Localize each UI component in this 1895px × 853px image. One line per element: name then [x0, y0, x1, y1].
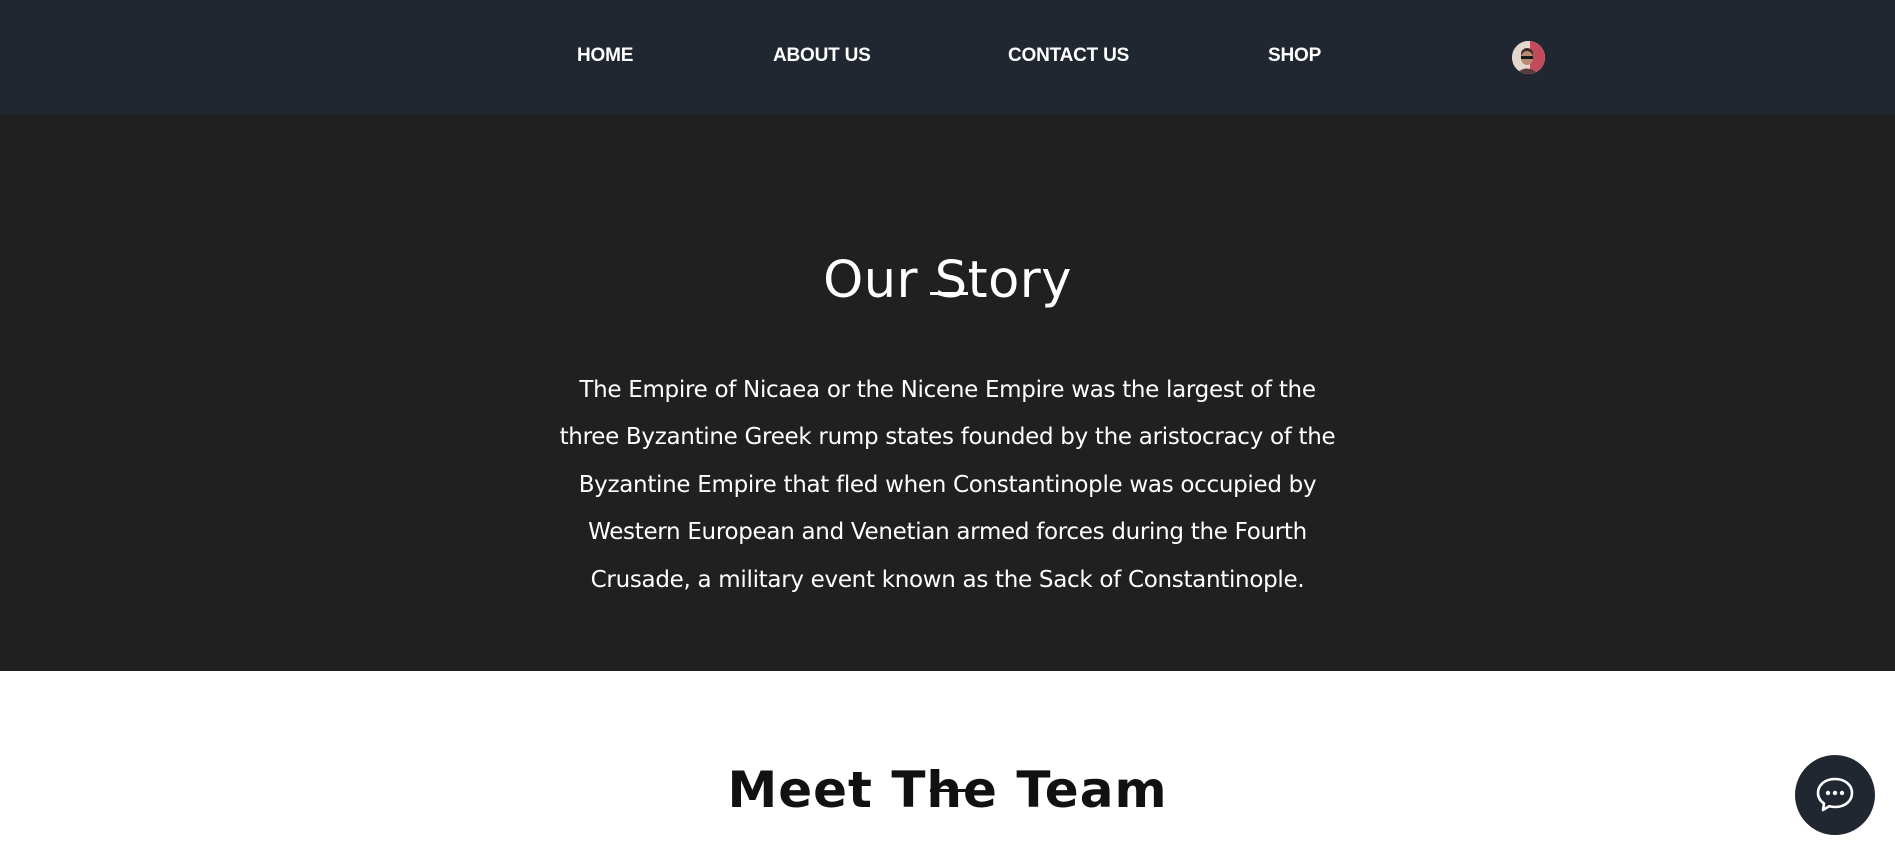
chat-bubble-icon — [1816, 777, 1854, 812]
top-navbar: HOME ABOUT US CONTACT US SHOP — [0, 0, 1895, 115]
our-story-divider — [930, 292, 968, 295]
our-story-body: The Empire of Nicaea or the Nicene Empir… — [559, 377, 1336, 593]
our-story-title: Our Story — [823, 251, 1072, 311]
chat-button[interactable] — [1795, 755, 1875, 835]
nav-shop-link[interactable]: SHOP — [1268, 44, 1321, 68]
avatar-icon — [1512, 41, 1545, 74]
meet-the-team-divider — [930, 789, 968, 792]
our-story-section: Our Story The Empire of Nicaea or the Ni… — [0, 115, 1895, 671]
nav-about-us-link[interactable]: ABOUT US — [773, 44, 871, 68]
nav-contact-us-link[interactable]: CONTACT US — [1008, 44, 1129, 68]
user-avatar[interactable] — [1512, 41, 1545, 74]
nav-home-link[interactable]: HOME — [577, 44, 633, 68]
